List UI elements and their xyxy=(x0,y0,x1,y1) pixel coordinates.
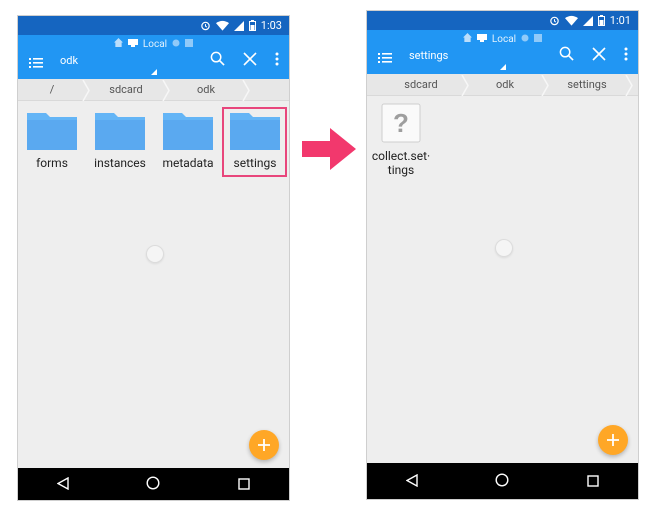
folder-name: metadata xyxy=(162,156,214,170)
dot-icon xyxy=(521,34,529,45)
home-icon xyxy=(462,33,472,45)
menu-icon[interactable] xyxy=(378,49,392,68)
breadcrumb-label: odk xyxy=(495,78,515,91)
app-bar: Local settings xyxy=(367,30,638,74)
folder-icon xyxy=(27,113,77,150)
close-icon[interactable] xyxy=(243,51,257,70)
battery-icon xyxy=(597,15,605,26)
location-indicator[interactable]: Local xyxy=(367,33,638,45)
current-folder-title[interactable]: odk xyxy=(60,54,78,67)
dot-icon xyxy=(172,39,180,50)
system-nav-bar xyxy=(367,463,638,499)
status-bar: 1:03 xyxy=(18,16,289,35)
overflow-icon[interactable] xyxy=(624,46,628,65)
right-screen: 1:01 Local settings sdcard odk settings xyxy=(366,10,639,500)
location-label: Local xyxy=(142,38,168,50)
home-icon xyxy=(113,38,123,50)
breadcrumb-item[interactable]: sdcard xyxy=(86,80,170,101)
location-label: Local xyxy=(491,33,517,45)
file-name: collect.set· tings xyxy=(371,149,431,177)
breadcrumb-label: settings xyxy=(567,78,607,91)
location-indicator[interactable]: Local xyxy=(18,38,289,50)
recents-icon[interactable] xyxy=(238,475,250,494)
folder-item[interactable]: metadata xyxy=(160,110,216,170)
add-button[interactable] xyxy=(249,430,279,460)
folder-item[interactable]: instances xyxy=(92,110,148,170)
file-name-line: collect.set· xyxy=(371,149,431,163)
folder-name: settings xyxy=(233,156,277,170)
loading-indicator xyxy=(146,245,164,263)
signal-icon xyxy=(233,20,244,31)
unknown-file-icon: ? xyxy=(381,103,421,143)
status-time: 1:01 xyxy=(609,14,631,27)
folder-icon xyxy=(163,113,213,150)
app-bar: Local odk xyxy=(18,35,289,79)
add-icon xyxy=(258,439,270,451)
alarm-icon xyxy=(200,20,211,31)
menu-icon[interactable] xyxy=(29,54,43,73)
folder-item-selected[interactable]: settings xyxy=(226,110,284,170)
folder-name: forms xyxy=(36,156,68,170)
local-storage-icon xyxy=(127,38,138,50)
svg-text:?: ? xyxy=(393,108,409,138)
window-icon xyxy=(534,33,543,45)
breadcrumb-item[interactable]: odk xyxy=(465,75,549,96)
wifi-icon xyxy=(215,20,229,31)
breadcrumb: / sdcard odk xyxy=(18,79,289,101)
breadcrumb-label: / xyxy=(49,83,55,96)
breadcrumb-label: odk xyxy=(196,83,216,96)
file-item[interactable]: ? collect.set· tings xyxy=(371,103,431,177)
status-bar: 1:01 xyxy=(367,11,638,30)
system-nav-bar xyxy=(18,468,289,500)
wifi-icon xyxy=(564,15,578,26)
close-icon[interactable] xyxy=(592,46,606,65)
recents-icon[interactable] xyxy=(587,472,599,491)
battery-icon xyxy=(248,20,256,31)
current-folder-title[interactable]: settings xyxy=(409,49,448,62)
breadcrumb-item[interactable]: odk xyxy=(166,80,250,101)
breadcrumb: sdcard odk settings xyxy=(367,74,638,96)
signal-icon xyxy=(582,15,593,26)
overflow-icon[interactable] xyxy=(275,51,279,70)
search-icon[interactable] xyxy=(559,46,574,65)
breadcrumb-item[interactable]: sdcard xyxy=(367,75,469,96)
home-button-icon[interactable] xyxy=(146,475,160,494)
back-icon[interactable] xyxy=(405,472,418,491)
breadcrumb-item[interactable]: settings xyxy=(545,75,633,96)
add-button[interactable] xyxy=(598,425,628,455)
search-icon[interactable] xyxy=(210,51,225,70)
dropdown-corner-icon[interactable] xyxy=(151,69,157,75)
window-icon xyxy=(185,38,194,50)
left-screen: 1:03 Local odk / sdcard odk forms instan… xyxy=(17,15,290,501)
file-name-line: tings xyxy=(387,163,415,177)
loading-indicator xyxy=(495,239,513,257)
folder-item[interactable]: forms xyxy=(26,110,78,170)
status-time: 1:03 xyxy=(260,19,282,32)
folder-name: instances xyxy=(94,156,146,170)
home-button-icon[interactable] xyxy=(495,472,509,491)
breadcrumb-label: sdcard xyxy=(404,78,438,91)
alarm-icon xyxy=(549,15,560,26)
breadcrumb-label: sdcard xyxy=(109,83,143,96)
local-storage-icon xyxy=(476,33,487,45)
dropdown-corner-icon[interactable] xyxy=(500,64,506,70)
folder-icon xyxy=(230,113,280,150)
folder-icon xyxy=(95,113,145,150)
breadcrumb-item[interactable]: / xyxy=(18,80,90,101)
add-icon xyxy=(607,434,619,446)
arrow-right-icon xyxy=(302,128,356,170)
back-icon[interactable] xyxy=(56,475,69,494)
